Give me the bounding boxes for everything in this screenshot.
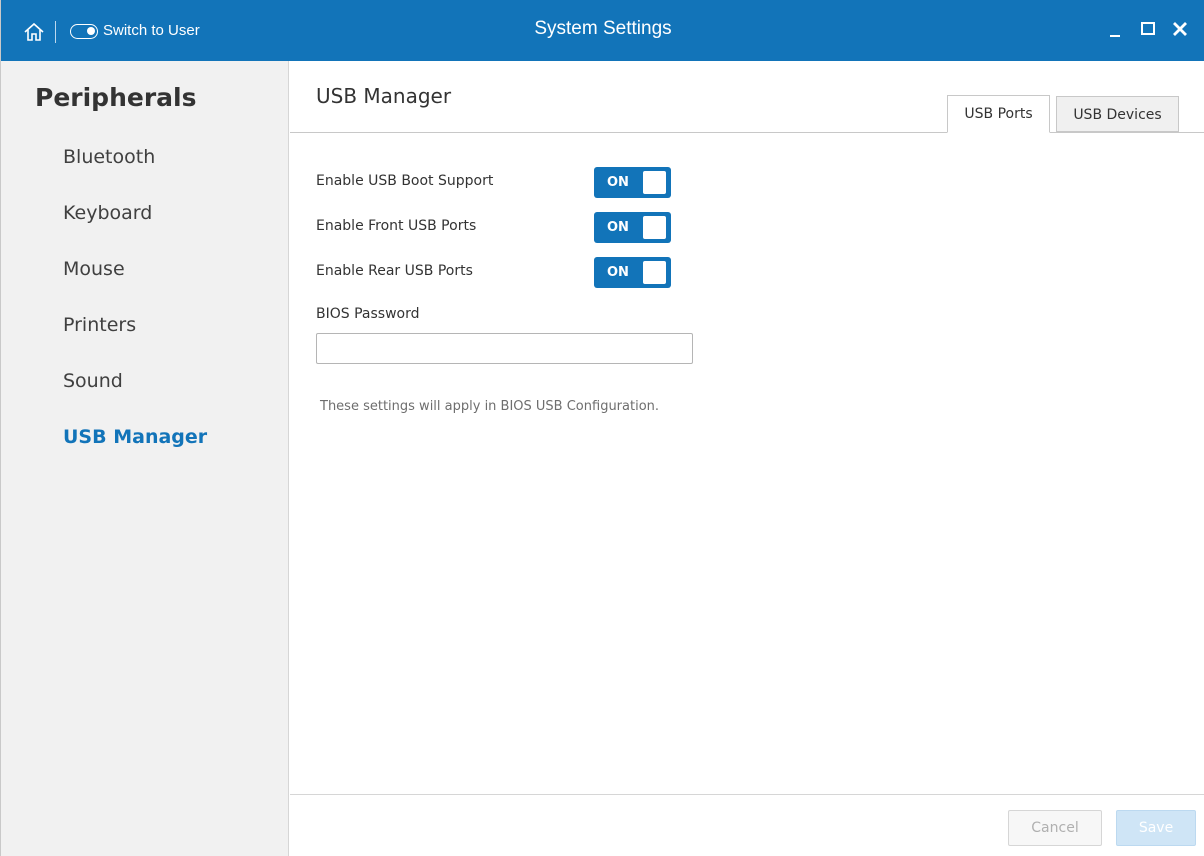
- rear-usb-label: Enable Rear USB Ports: [316, 263, 473, 279]
- maximize-icon[interactable]: [1139, 20, 1157, 38]
- toggle-knob: [643, 261, 666, 284]
- bios-config-note: These settings will apply in BIOS USB Co…: [320, 399, 660, 414]
- bios-password-label: BIOS Password: [316, 306, 420, 322]
- sidebar-item-bluetooth[interactable]: Bluetooth: [63, 143, 207, 199]
- toggle-knob: [643, 171, 666, 194]
- settings-window: Switch to User System Settings Periphera…: [0, 0, 1204, 856]
- front-usb-toggle-state: ON: [607, 220, 629, 235]
- usb-boot-label: Enable USB Boot Support: [316, 173, 494, 189]
- window-controls: [1107, 14, 1189, 44]
- footer-divider: [290, 794, 1204, 795]
- sidebar-item-keyboard[interactable]: Keyboard: [63, 199, 207, 255]
- cancel-button[interactable]: Cancel: [1008, 810, 1102, 846]
- page-title: USB Manager: [316, 84, 452, 108]
- usb-boot-toggle-state: ON: [607, 175, 629, 190]
- usb-boot-toggle[interactable]: ON: [594, 167, 671, 198]
- main-panel: USB Manager USB Ports USB Devices Enable…: [290, 61, 1204, 856]
- window-title: System Settings: [534, 18, 672, 39]
- tab-divider: [290, 132, 1204, 133]
- toggle-knob: [643, 216, 666, 239]
- sidebar: Peripherals Bluetooth Keyboard Mouse Pri…: [1, 61, 289, 856]
- close-icon[interactable]: [1171, 20, 1189, 38]
- sidebar-list: Bluetooth Keyboard Mouse Printers Sound …: [63, 143, 207, 479]
- sidebar-item-printers[interactable]: Printers: [63, 311, 207, 367]
- sidebar-item-usb-manager[interactable]: USB Manager: [63, 423, 207, 479]
- bios-password-field[interactable]: [316, 333, 693, 364]
- sidebar-heading: Peripherals: [35, 83, 197, 112]
- sidebar-item-sound[interactable]: Sound: [63, 367, 207, 423]
- tab-usb-devices[interactable]: USB Devices: [1056, 96, 1179, 132]
- sidebar-item-mouse[interactable]: Mouse: [63, 255, 207, 311]
- front-usb-label: Enable Front USB Ports: [316, 218, 477, 234]
- save-button[interactable]: Save: [1116, 810, 1196, 846]
- minimize-icon[interactable]: [1107, 20, 1125, 38]
- rear-usb-toggle-state: ON: [607, 265, 629, 280]
- rear-usb-toggle[interactable]: ON: [594, 257, 671, 288]
- tab-usb-ports[interactable]: USB Ports: [947, 95, 1050, 133]
- title-bar: Switch to User System Settings: [1, 0, 1204, 61]
- front-usb-toggle[interactable]: ON: [594, 212, 671, 243]
